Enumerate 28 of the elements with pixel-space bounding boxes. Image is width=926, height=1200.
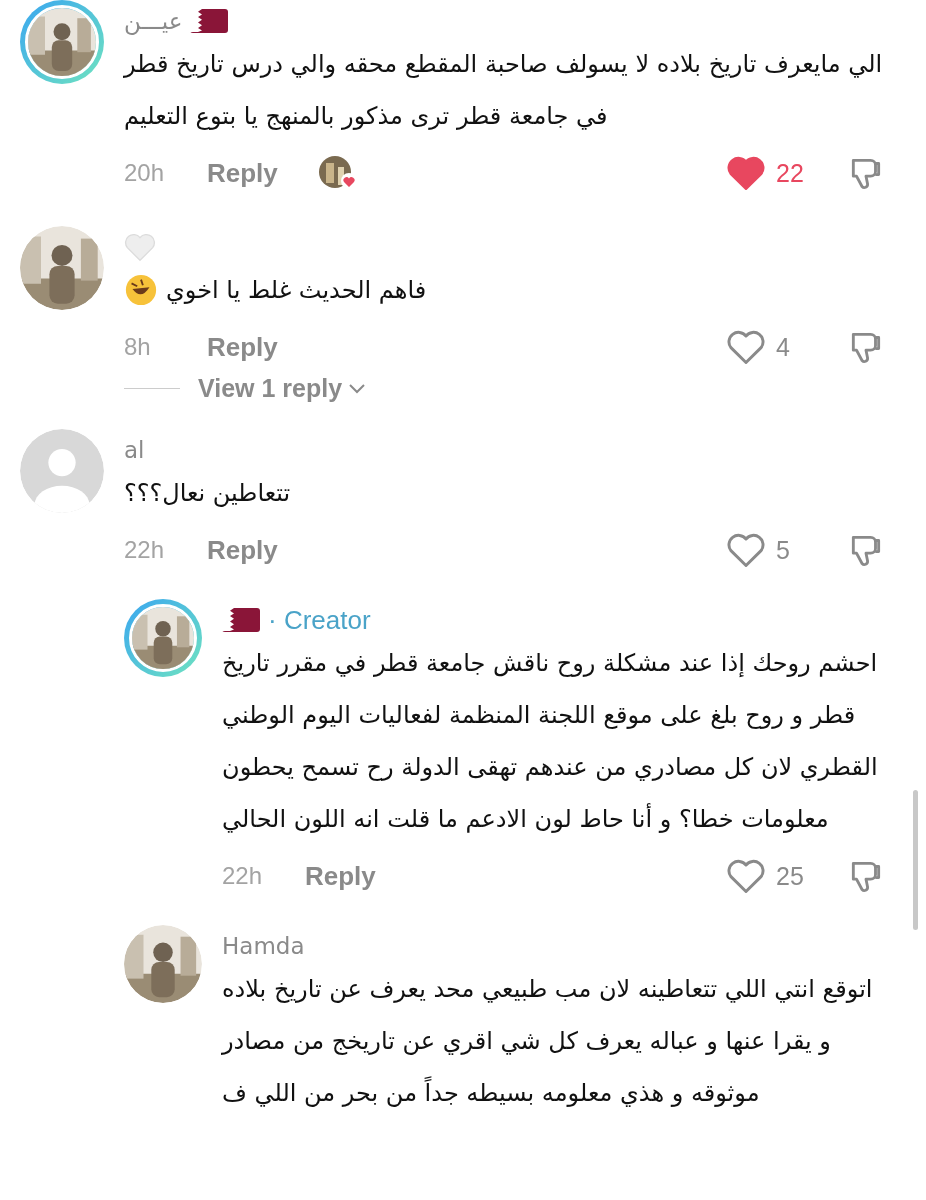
view-replies-button[interactable]: View 1 reply [198,374,367,403]
comment-text: الي مايعرف تاريخ بلاده لا يسولف صاحبة المقطع محقه والي درس تاريخ قطر في جامعة قطر ترى مذكور بالمنهج يا بتوع التعليم [124,49,884,132]
reply-button[interactable]: Reply [207,157,278,189]
username[interactable]: Hamda [222,933,305,959]
like-button[interactable] [726,858,766,894]
comment-text: اتوقع انتي اللي تتعاطينه لان مب طبيعي محد يعرف عن تاريخ بلاده و يقرا عنها و عباله يعرف كل شي اقري عن تاريخج من مصادر موثوقه و هذي معلومه بسيطه جداً من بحر من اللي ف [222,974,874,1109]
creator-label: · Creator [268,604,371,636]
like-count: 22 [776,158,805,188]
username[interactable]: al [124,437,145,463]
timestamp: 20h [124,159,166,187]
reply-button[interactable]: Reply [305,860,376,892]
like-count: 25 [776,861,805,891]
timestamp: 22h [222,862,264,890]
comment-text: فاهم الحديث غلط يا اخوي [166,275,427,306]
reply-button[interactable]: Reply [207,331,278,363]
like-button[interactable] [726,329,766,365]
scrollbar[interactable] [913,790,918,930]
comment-text: تتعاطين نعال؟؟؟ [124,478,291,509]
like-count: 5 [776,535,791,565]
username[interactable]: عيـــن [124,8,183,34]
like-button[interactable] [726,155,766,191]
timestamp: 8h [124,333,152,361]
timestamp: 22h [124,536,166,564]
like-button[interactable] [726,532,766,568]
like-count: 4 [776,332,791,362]
reply-button[interactable]: Reply [207,534,278,566]
comment-text: احشم روحك إذا عند مشكلة روح ناقش جامعة قطر في مقرر تاريخ قطر و روح بلغ على موقع اللجنة المنظمة لفعاليات اليوم الوطني القطري لان كل مصادري من عندهم تهقى الدولة رح تسمح يحطون معلومات خطا؟ و أنا حاط لون الادعم ما قلت انه اللون الحالي [222,648,879,835]
chevron-down-icon [348,382,367,395]
